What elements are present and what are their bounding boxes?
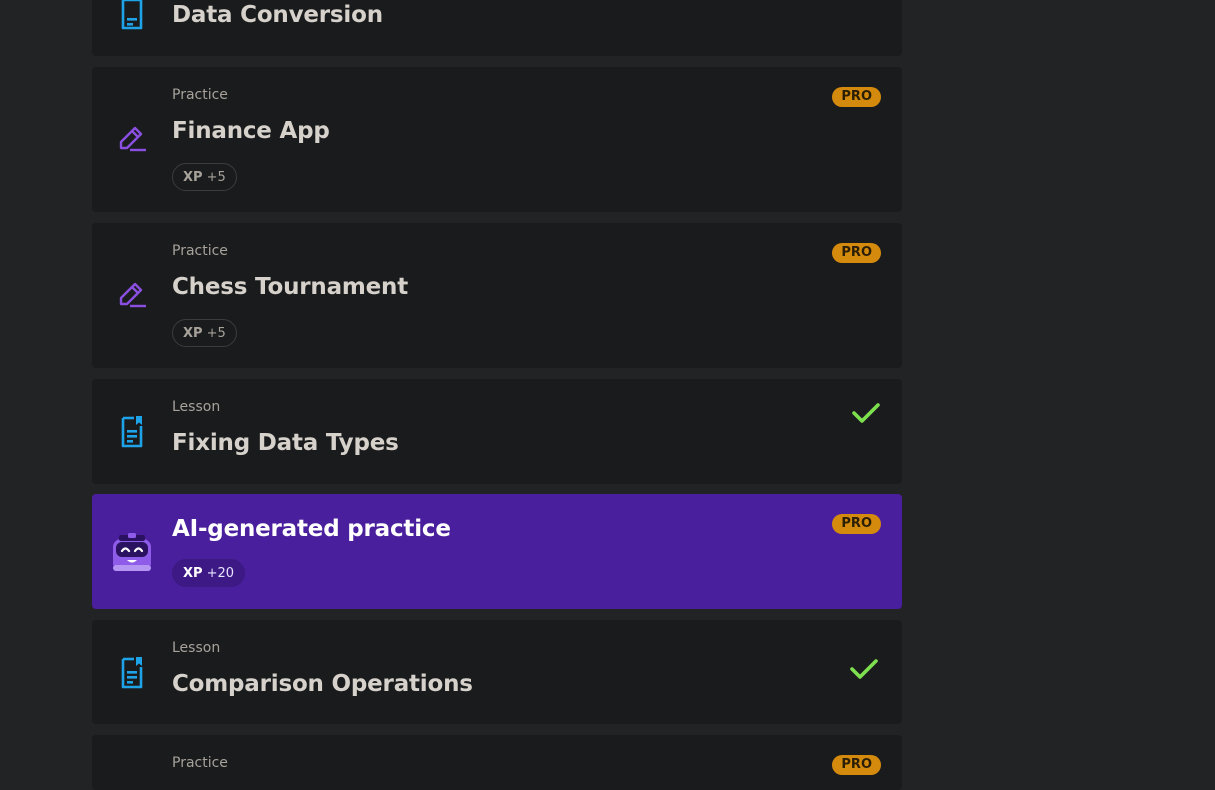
lesson-doc-icon — [121, 416, 143, 448]
pencil-icon — [119, 282, 146, 308]
completed-check-icon — [850, 659, 878, 679]
card-title: Data Conversion — [172, 2, 383, 28]
card-type-label: Lesson — [172, 399, 221, 415]
lesson-card-comparison-operations[interactable]: Lesson Comparison Operations — [92, 620, 902, 724]
xp-reward-pill: XP +20 — [172, 559, 245, 587]
practice-card-partial[interactable]: Practice PRO — [92, 735, 902, 790]
card-type-label: Lesson — [172, 640, 221, 656]
xp-label: XP — [183, 566, 203, 581]
card-type-label: Practice — [172, 243, 228, 259]
completed-check-icon — [852, 403, 880, 423]
card-title: AI-generated practice — [172, 516, 451, 542]
xp-value: +5 — [206, 170, 226, 185]
card-title: Fixing Data Types — [172, 430, 399, 456]
lesson-card-fixing-data-types[interactable]: Lesson Fixing Data Types — [92, 379, 902, 484]
xp-value: +5 — [206, 326, 226, 341]
pro-badge: PRO — [832, 755, 881, 775]
ai-practice-card[interactable]: AI-generated practice XP +20 PRO — [92, 494, 902, 609]
pencil-icon — [119, 126, 146, 152]
lesson-doc-icon — [121, 657, 143, 689]
card-type-label: Practice — [172, 755, 228, 771]
xp-label: XP — [183, 170, 203, 185]
xp-reward-pill: XP +5 — [172, 319, 237, 347]
card-title: Finance App — [172, 118, 330, 144]
card-title: Chess Tournament — [172, 274, 409, 300]
bot-mascot-icon — [113, 533, 151, 571]
practice-card-chess-tournament[interactable]: Practice Chess Tournament XP +5 PRO — [92, 223, 902, 368]
lesson-doc-icon — [121, 0, 143, 30]
pro-badge: PRO — [832, 87, 881, 107]
pro-badge: PRO — [832, 243, 881, 263]
pro-badge: PRO — [832, 514, 881, 534]
card-type-label: Practice — [172, 87, 228, 103]
xp-label: XP — [183, 326, 203, 341]
lesson-card-data-conversion[interactable]: Data Conversion — [92, 0, 902, 56]
card-title: Comparison Operations — [172, 671, 473, 697]
practice-card-finance-app[interactable]: Practice Finance App XP +5 PRO — [92, 67, 902, 212]
xp-reward-pill: XP +5 — [172, 163, 237, 191]
xp-value: +20 — [206, 566, 234, 581]
